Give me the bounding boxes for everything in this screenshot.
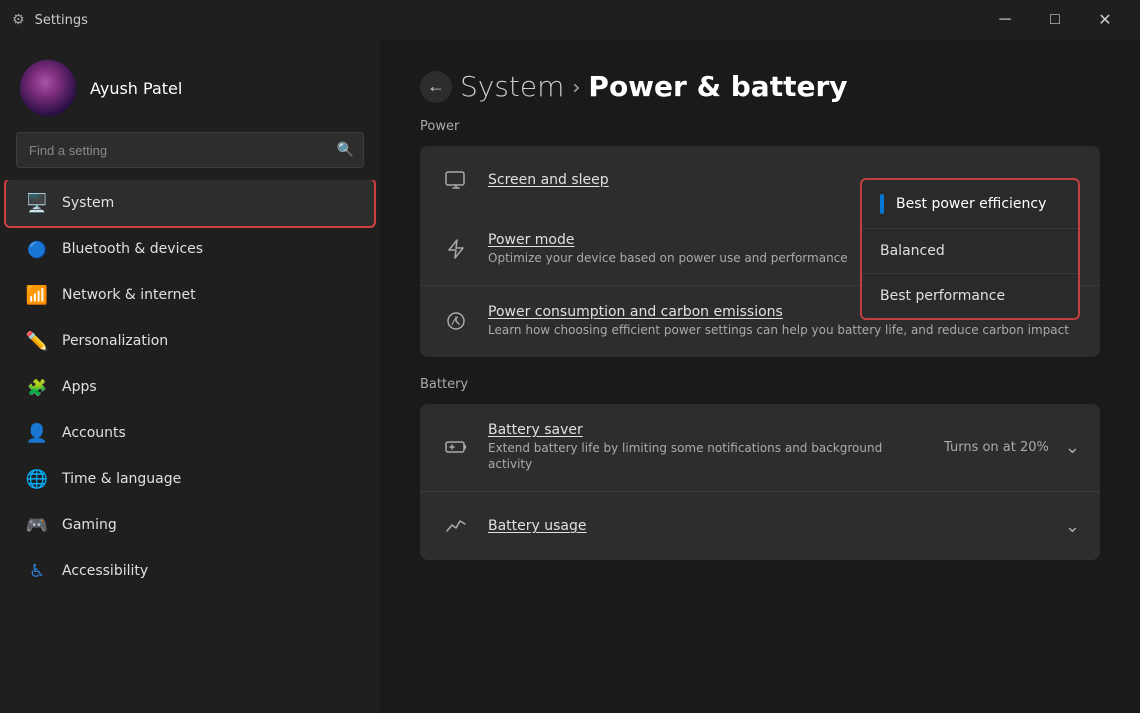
battery-usage-chevron: ⌄ (1065, 516, 1080, 537)
sidebar-item-label: Personalization (62, 333, 168, 349)
close-button[interactable]: ✕ (1082, 4, 1128, 36)
power-consumption-icon (440, 305, 472, 337)
sidebar-item-label: Accessibility (62, 563, 148, 579)
username: Ayush Patel (90, 79, 182, 98)
content-area: ← System › Power & battery Power Screen … (380, 40, 1140, 713)
sidebar-item-label: Bluetooth & devices (62, 241, 203, 257)
dropdown-option-performance[interactable]: Best performance (862, 273, 1078, 318)
bluetooth-icon: 🔵 (26, 238, 48, 260)
back-button[interactable]: ← (420, 71, 452, 103)
breadcrumb-parent: System (460, 70, 564, 103)
sidebar-item-label: Gaming (62, 517, 117, 533)
accounts-icon: 👤 (26, 422, 48, 444)
title-bar: ⚙ Settings ─ □ ✕ (0, 0, 1140, 40)
apps-icon: 🧩 (26, 376, 48, 398)
sidebar-item-bluetooth[interactable]: 🔵 Bluetooth & devices (6, 226, 374, 272)
maximize-button[interactable]: □ (1032, 4, 1078, 36)
battery-usage-label: Battery usage (488, 518, 1049, 534)
dropdown-option-efficiency[interactable]: Best power efficiency (862, 180, 1078, 228)
battery-saver-action: Turns on at 20% ⌄ (944, 437, 1080, 458)
battery-card: Battery saver Extend battery life by lim… (420, 404, 1100, 561)
screen-sleep-label: Screen and sleep (488, 172, 609, 188)
avatar-image (20, 60, 76, 116)
dropdown-option-label: Balanced (880, 243, 945, 259)
sidebar-item-label: System (62, 195, 114, 211)
title-bar-left: ⚙ Settings (12, 12, 88, 28)
settings-app-icon: ⚙ (12, 12, 25, 28)
sidebar-item-label: Accounts (62, 425, 126, 441)
battery-usage-row[interactable]: Battery usage ⌄ (420, 491, 1100, 560)
battery-saver-label: Battery saver (488, 422, 928, 438)
dropdown-option-label: Best power efficiency (896, 196, 1046, 212)
sidebar-item-accessibility[interactable]: ♿ Accessibility (6, 548, 374, 594)
power-section-title: Power (420, 119, 1100, 134)
power-mode-dropdown: Best power efficiency Balanced Best perf… (860, 178, 1080, 320)
search-input[interactable] (16, 132, 364, 168)
power-consumption-desc: Learn how choosing efficient power setti… (488, 322, 1080, 339)
power-mode-icon (440, 233, 472, 265)
title-bar-controls: ─ □ ✕ (982, 4, 1128, 36)
personalization-icon: ✏️ (26, 330, 48, 352)
sidebar-item-personalization[interactable]: ✏️ Personalization (6, 318, 374, 364)
gaming-icon: 🎮 (26, 514, 48, 536)
battery-saver-desc: Extend battery life by limiting some not… (488, 440, 928, 474)
battery-section-title: Battery (420, 377, 1100, 392)
minimize-button[interactable]: ─ (982, 4, 1028, 36)
breadcrumb-current: Power & battery (588, 70, 847, 103)
battery-saver-icon (440, 431, 472, 463)
sidebar-item-label: Time & language (62, 471, 181, 487)
dropdown-option-label: Best performance (880, 288, 1005, 304)
avatar (20, 60, 76, 116)
power-card: Screen and sleep ⌄ Power mode Optimize y… (420, 146, 1100, 357)
nav-list: 🖥️ System 🔵 Bluetooth & devices 📶 Networ… (0, 180, 380, 713)
title-bar-title: Settings (35, 13, 88, 28)
sidebar-item-label: Apps (62, 379, 97, 395)
battery-saver-text: Battery saver Extend battery life by lim… (488, 422, 928, 474)
sidebar: Ayush Patel 🔍 🖥️ System 🔵 Bluetooth & de… (0, 40, 380, 713)
screen-sleep-icon (440, 164, 472, 196)
dropdown-option-balanced[interactable]: Balanced (862, 228, 1078, 273)
network-icon: 📶 (26, 284, 48, 306)
sidebar-item-label: Network & internet (62, 287, 196, 303)
battery-usage-text: Battery usage (488, 518, 1049, 534)
accessibility-icon: ♿ (26, 560, 48, 582)
battery-saver-row[interactable]: Battery saver Extend battery life by lim… (420, 404, 1100, 492)
sidebar-item-apps[interactable]: 🧩 Apps (6, 364, 374, 410)
sidebar-item-system[interactable]: 🖥️ System (6, 180, 374, 226)
user-profile: Ayush Patel (0, 40, 380, 132)
battery-saver-chevron: ⌄ (1065, 437, 1080, 458)
sidebar-item-time[interactable]: 🌐 Time & language (6, 456, 374, 502)
sidebar-item-accounts[interactable]: 👤 Accounts (6, 410, 374, 456)
app-layout: Ayush Patel 🔍 🖥️ System 🔵 Bluetooth & de… (0, 40, 1140, 713)
search-icon: 🔍 (337, 142, 354, 158)
system-icon: 🖥️ (26, 192, 48, 214)
sidebar-item-gaming[interactable]: 🎮 Gaming (6, 502, 374, 548)
battery-saver-status: Turns on at 20% (944, 440, 1049, 455)
search-box: 🔍 (16, 132, 364, 168)
power-mode-row[interactable]: Power mode Optimize your device based on… (420, 214, 1100, 285)
sidebar-item-network[interactable]: 📶 Network & internet (6, 272, 374, 318)
breadcrumb: ← System › Power & battery (420, 70, 1100, 103)
breadcrumb-chevron: › (572, 75, 580, 99)
time-icon: 🌐 (26, 468, 48, 490)
battery-usage-icon (440, 510, 472, 542)
